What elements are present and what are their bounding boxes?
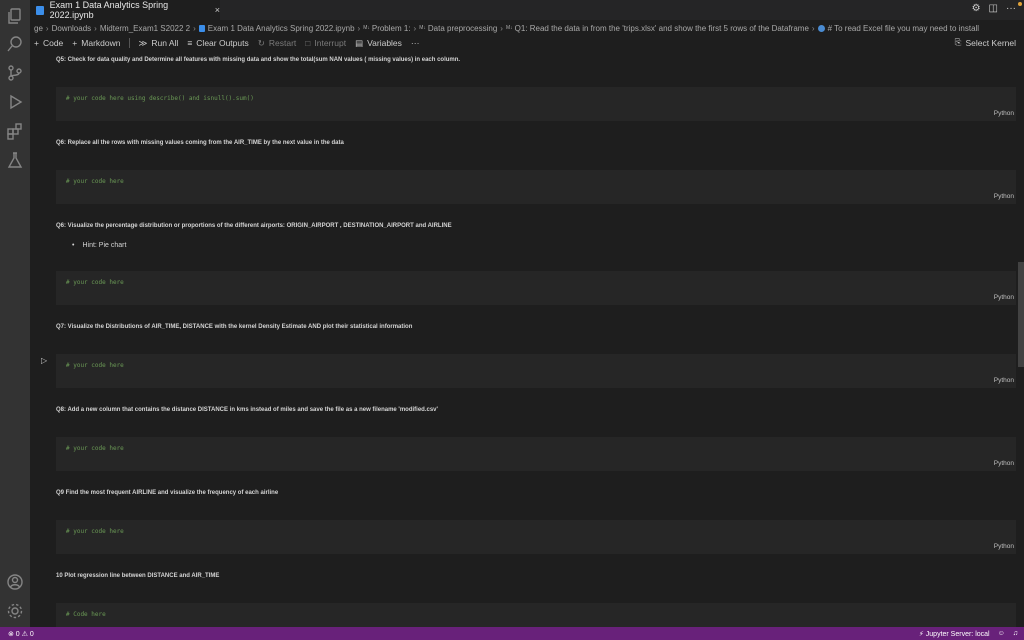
stop-icon: □ (305, 38, 311, 48)
problems-indicator[interactable]: ⊗ 0 ⚠ 0 (8, 630, 34, 638)
markdown-cell[interactable]: Q6: Visualize the percentage distributio… (56, 223, 452, 229)
breadcrumb-item[interactable]: Q1: Read the data in from the 'trips.xls… (515, 24, 809, 33)
clear-outputs-button[interactable]: ≡ Clear Outputs (187, 38, 248, 48)
code-text[interactable]: # your code here (66, 445, 124, 452)
breadcrumb-item[interactable]: Downloads (52, 24, 92, 33)
vertical-scrollbar[interactable] (1018, 50, 1024, 627)
modified-dot-icon (1018, 2, 1022, 6)
testing-icon[interactable] (5, 150, 25, 170)
markdown-cell[interactable]: 10 Plot regression line between DISTANCE… (56, 573, 219, 579)
breadcrumb-item[interactable]: Midterm_Exam1 S2022 2 (100, 24, 190, 33)
code-text[interactable]: # Code here (66, 611, 106, 618)
notebook-editor: Q5: Check for data quality and Determine… (30, 50, 1018, 627)
code-cell[interactable]: # Code here (56, 603, 1016, 627)
markdown-cell[interactable]: Q8: Add a new column that contains the d… (56, 407, 438, 413)
language-label[interactable]: Python (994, 110, 1014, 117)
code-cell[interactable]: # your code here (56, 520, 1016, 554)
breadcrumb-item[interactable]: Data preprocessing (428, 24, 497, 33)
python-icon (817, 24, 825, 32)
markdown-tag: M↓ (505, 25, 513, 31)
clear-icon: ≡ (187, 38, 193, 48)
hint-bullet: Hint: Pie chart (72, 242, 126, 249)
restart-button[interactable]: ↻ Restart (258, 38, 297, 49)
search-icon[interactable] (5, 34, 25, 54)
split-layout-icon[interactable]: ◫ (989, 3, 998, 14)
more-actions-icon[interactable]: ··· (1006, 3, 1016, 14)
language-label[interactable]: Python (994, 294, 1014, 301)
tab-bar: Exam 1 Data Analytics Spring 2022.ipynb … (30, 0, 1024, 20)
feedback-icon[interactable]: ☺ (998, 630, 1005, 637)
restart-icon: ↻ (257, 37, 265, 48)
breadcrumb-item[interactable]: # To read Excel file you may need to ins… (828, 24, 980, 33)
run-all-button[interactable]: ≫ Run All (138, 38, 178, 49)
jupyter-server-status[interactable]: ⚡︎ Jupyter Server: local (919, 630, 990, 638)
add-markdown-button[interactable]: + Markdown (72, 38, 120, 48)
code-text[interactable]: # your code here (66, 528, 124, 535)
markdown-cell[interactable]: Q9 Find the most frequent AIRLINE and vi… (56, 490, 278, 496)
run-all-icon: ≫ (138, 37, 148, 48)
explorer-icon[interactable] (5, 6, 25, 26)
language-label[interactable]: Python (994, 543, 1014, 550)
markdown-tag: M↓ (419, 25, 426, 31)
language-label[interactable]: Python (994, 460, 1014, 467)
close-icon[interactable]: × (215, 5, 220, 15)
variables-icon: ▤ (355, 37, 364, 48)
run-cell-icon[interactable]: ▷ (41, 356, 47, 365)
scrollbar-thumb[interactable] (1018, 262, 1024, 367)
tab-actions: ⚙ ◫ ··· (972, 3, 1016, 14)
code-text[interactable]: # your code here (66, 362, 124, 369)
breadcrumb: ge › Downloads › Midterm_Exam1 S2022 2 › Ex… (34, 23, 980, 33)
status-bar: ⊗ 0 ⚠ 0 ⚡︎ Jupyter Server: local ☺ ♫ (0, 627, 1024, 640)
code-text[interactable]: # your code here (66, 279, 124, 286)
code-cell[interactable]: # your code here (56, 271, 1016, 305)
kernel-icon: ⎘ (954, 37, 962, 47)
select-kernel-button[interactable]: ⎘ Select Kernel (955, 37, 1016, 48)
language-label[interactable]: Python (994, 377, 1014, 384)
code-cell[interactable]: # your code here (56, 437, 1016, 471)
plus-icon: + (34, 38, 39, 48)
interrupt-button[interactable]: □ Interrupt (305, 38, 346, 48)
tab-notebook[interactable]: Exam 1 Data Analytics Spring 2022.ipynb … (30, 0, 220, 20)
variables-button[interactable]: ▤ Variables (355, 38, 402, 49)
account-icon[interactable] (5, 572, 25, 592)
tab-title: Exam 1 Data Analytics Spring 2022.ipynb (49, 0, 169, 20)
notebook-icon (198, 24, 205, 32)
code-cell[interactable]: # your code here using describe() and is… (56, 87, 1016, 121)
add-code-button[interactable]: + Code (34, 38, 63, 48)
code-cell[interactable]: # your code here (56, 354, 1016, 388)
markdown-cell[interactable]: Q6: Replace all the rows with missing va… (56, 140, 344, 146)
activity-bar (0, 0, 30, 627)
notebook-toolbar: + Code + Markdown ≫ Run All ≡ Clear Outputs … (30, 36, 1024, 50)
notifications-bell-icon[interactable]: ♫ (1013, 630, 1018, 637)
markdown-tag: M↓ (363, 25, 370, 31)
code-cell[interactable]: # your code here (56, 170, 1016, 204)
breadcrumb-item[interactable]: Problem 1: (372, 24, 411, 33)
more-toolbar-button[interactable]: ··· (411, 38, 420, 48)
plus-icon: + (72, 38, 78, 48)
settings-icon[interactable]: ⚙ (972, 3, 981, 14)
markdown-cell[interactable]: Q5: Check for data quality and Determine… (56, 57, 460, 63)
breadcrumb-item[interactable]: ge (34, 24, 43, 33)
language-label[interactable]: Python (994, 193, 1014, 200)
code-text[interactable]: # your code here (66, 178, 124, 185)
extensions-icon[interactable] (5, 121, 25, 141)
plug-icon: ⚡︎ (918, 630, 926, 638)
notebook-icon (36, 5, 44, 15)
markdown-cell[interactable]: Q7: Visualize the Distributions of AIR_T… (56, 324, 412, 330)
code-text[interactable]: # your code here using describe() and is… (66, 95, 254, 102)
manage-gear-icon[interactable] (5, 601, 25, 621)
breadcrumb-item[interactable]: Exam 1 Data Analytics Spring 2022.ipynb (208, 24, 355, 33)
source-control-icon[interactable] (5, 63, 25, 83)
run-debug-icon[interactable] (5, 92, 25, 112)
